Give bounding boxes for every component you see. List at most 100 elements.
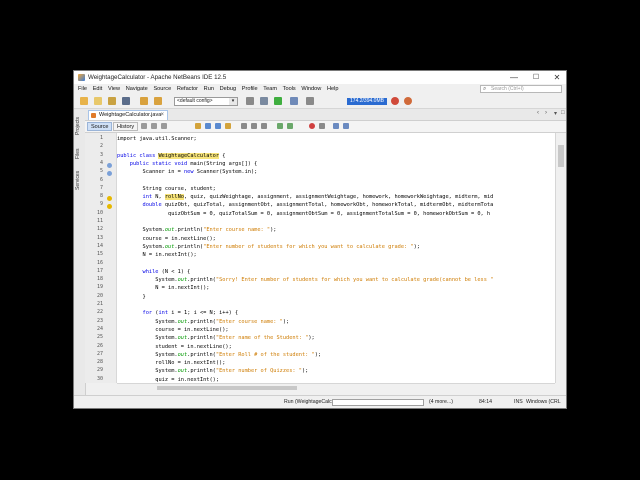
- menu-file[interactable]: File: [78, 84, 87, 94]
- undo-icon[interactable]: [140, 97, 148, 105]
- last-edit-icon[interactable]: [141, 123, 147, 129]
- stop-icon[interactable]: [404, 97, 412, 105]
- menu-navigate[interactable]: Navigate: [126, 84, 148, 94]
- save-all-icon[interactable]: [122, 97, 130, 105]
- history-tab[interactable]: History: [113, 122, 139, 131]
- scroll-left-icon[interactable]: ‹: [537, 110, 539, 116]
- menu-team[interactable]: Team: [263, 84, 277, 94]
- debug-icon[interactable]: [290, 97, 298, 105]
- code-line[interactable]: public static void main(String args[]) {: [117, 160, 258, 168]
- code-editor[interactable]: 1 2 3 4 5 6 7 8 9 10 11 12 13 14 15 16 17 18 19 20 21 22 23 24 2…: [85, 133, 555, 383]
- code-line[interactable]: System.out.println("Enter number of stud…: [117, 243, 421, 251]
- code-line[interactable]: System.out.println("Sorry! Enter number …: [117, 276, 493, 284]
- find-next-icon[interactable]: [215, 123, 221, 129]
- vertical-scroll-thumb[interactable]: [558, 145, 564, 167]
- tab-files[interactable]: Files: [75, 145, 84, 163]
- code-line[interactable]: import java.util.Scanner;: [117, 135, 197, 143]
- source-tab[interactable]: Source: [87, 122, 113, 131]
- warning-icon[interactable]: [107, 204, 112, 209]
- clean-build-icon[interactable]: [260, 97, 268, 105]
- code-line[interactable]: for (int i = 1; i <= N; i++) {: [117, 309, 239, 317]
- file-tab[interactable]: WeightageCalculator.java ×: [88, 110, 168, 120]
- code-line[interactable]: N = in.nextInt();: [117, 284, 209, 292]
- build-icon[interactable]: [246, 97, 254, 105]
- minimize-button[interactable]: —: [504, 71, 524, 84]
- horizontal-scrollbar[interactable]: [117, 383, 555, 393]
- code-line[interactable]: System.out.println("Enter name of the St…: [117, 334, 314, 342]
- code-line[interactable]: Scanner in = new Scanner(System.in);: [117, 168, 258, 176]
- code-line[interactable]: quizObtSum = 0, quizTotalSum = 0, assign…: [117, 210, 490, 218]
- new-file-icon[interactable]: [94, 97, 102, 105]
- redo-icon[interactable]: [154, 97, 162, 105]
- vertical-scrollbar[interactable]: [555, 133, 566, 383]
- close-button[interactable]: ✕: [547, 71, 566, 84]
- code-line[interactable]: N = in.nextInt();: [117, 251, 197, 259]
- find-previous-icon[interactable]: [205, 123, 211, 129]
- code-line[interactable]: course = in.nextLine();: [117, 326, 228, 334]
- maximize-button[interactable]: ☐: [526, 71, 546, 84]
- menu-edit[interactable]: Edit: [93, 84, 103, 94]
- code-line[interactable]: public class WeightageCalculator {: [117, 152, 225, 160]
- next-bookmark-icon[interactable]: [251, 123, 257, 129]
- forward-icon[interactable]: [161, 123, 167, 129]
- code-token: .println(: [187, 318, 216, 325]
- code-line[interactable]: System.out.println("Enter Roll # of the …: [117, 351, 321, 359]
- code-token: main(String args[]) {: [190, 160, 258, 167]
- gc-icon[interactable]: [391, 97, 399, 105]
- tab-projects[interactable]: Projects: [75, 113, 84, 139]
- code-line[interactable]: quiz = in.nextInt();: [117, 376, 219, 383]
- shift-right-icon[interactable]: [287, 123, 293, 129]
- code-line[interactable]: System.out.println("Enter course name: "…: [117, 318, 289, 326]
- menu-profile[interactable]: Profile: [242, 84, 258, 94]
- code-line[interactable]: while (N < 1) {: [117, 268, 191, 276]
- uncomment-icon[interactable]: [343, 123, 349, 129]
- code-line[interactable]: String course, student;: [117, 185, 216, 193]
- menu-debug[interactable]: Debug: [220, 84, 236, 94]
- code-token: );: [413, 243, 420, 250]
- menu-view[interactable]: View: [108, 84, 120, 94]
- tab-services[interactable]: Services: [75, 167, 84, 193]
- shift-left-icon[interactable]: [277, 123, 283, 129]
- start-macro-icon[interactable]: [309, 123, 315, 129]
- code-token: "Sorry! Enter number of students for whi…: [215, 277, 494, 284]
- profile-icon[interactable]: [306, 97, 314, 105]
- back-icon[interactable]: [151, 123, 157, 129]
- config-select[interactable]: <default config> ▾: [174, 97, 238, 106]
- code-line[interactable]: System.out.println("Enter course name: "…: [117, 226, 277, 234]
- run-icon[interactable]: [274, 97, 282, 105]
- open-project-icon[interactable]: [108, 97, 116, 105]
- code-line[interactable]: }: [117, 293, 146, 301]
- menu-window[interactable]: Window: [301, 84, 321, 94]
- code-line[interactable]: course = in.nextLine();: [117, 235, 216, 243]
- find-selection-icon[interactable]: [195, 123, 201, 129]
- code-line[interactable]: rollNo = in.nextInt();: [117, 359, 225, 367]
- stop-macro-icon[interactable]: [319, 123, 325, 129]
- more-tasks-label[interactable]: (4 more...): [429, 396, 453, 408]
- comment-icon[interactable]: [333, 123, 339, 129]
- memory-indicator[interactable]: 174.2/394.0MB: [347, 98, 387, 105]
- code-line[interactable]: double quizObt, quizTotal, assignmentObt…: [117, 201, 494, 209]
- maximize-editor-icon[interactable]: □: [561, 110, 565, 116]
- line-number: 11: [96, 218, 103, 224]
- code-line[interactable]: int N, rollNo, quiz, quizWeightage, assi…: [117, 193, 493, 201]
- tab-list-icon[interactable]: ▾: [554, 110, 557, 117]
- menu-source[interactable]: Source: [153, 84, 171, 94]
- search-input[interactable]: ⌕ Search (Ctrl+I): [480, 85, 562, 93]
- previous-bookmark-icon[interactable]: [241, 123, 247, 129]
- close-tab-icon[interactable]: ×: [160, 111, 164, 120]
- code-token: "Enter number of students for which you …: [203, 243, 414, 250]
- menu-run[interactable]: Run: [204, 84, 214, 94]
- warning-icon[interactable]: [107, 196, 112, 201]
- scroll-right-icon[interactable]: ›: [545, 110, 547, 116]
- menu-help[interactable]: Help: [327, 84, 339, 94]
- toggle-highlight-icon[interactable]: [225, 123, 231, 129]
- new-project-icon[interactable]: [80, 97, 88, 105]
- toggle-bookmark-icon[interactable]: [261, 123, 267, 129]
- code-line[interactable]: System.out.println("Enter number of Quiz…: [117, 367, 308, 375]
- menu-tools[interactable]: Tools: [283, 84, 296, 94]
- line-number: 24: [96, 325, 103, 332]
- code-line[interactable]: student = in.nextLine();: [117, 343, 232, 351]
- horizontal-scroll-thumb[interactable]: [157, 386, 297, 390]
- menu-refactor[interactable]: Refactor: [177, 84, 198, 94]
- code-area[interactable]: import java.util.Scanner; public class We…: [117, 133, 555, 383]
